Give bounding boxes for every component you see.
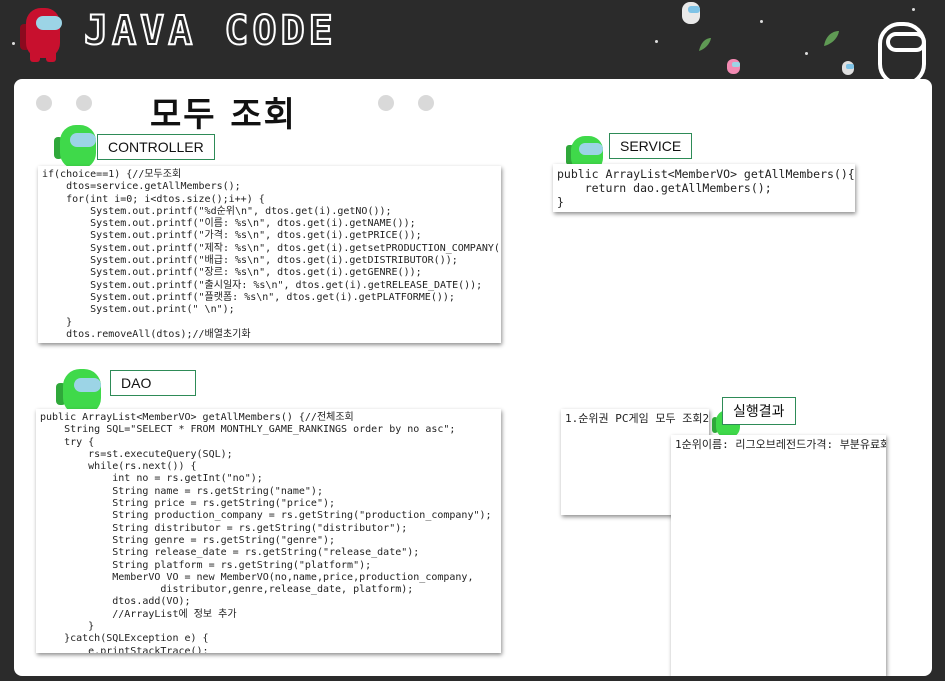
code-line: }catch(SQLException e) { bbox=[40, 633, 209, 645]
star-decoration bbox=[12, 42, 15, 45]
service-label: SERVICE bbox=[609, 133, 693, 159]
code-line: MemberVO VO = new MemberVO(no,name,price… bbox=[40, 571, 474, 583]
code-line: public ArrayList<MemberVO> getAllMembers… bbox=[557, 167, 855, 181]
dao-label: DAO bbox=[110, 370, 196, 396]
code-line: dtos.removeAll(dtos);//배열초기화 bbox=[42, 328, 251, 340]
code-line: int no = rs.getInt("no"); bbox=[40, 473, 263, 485]
code-line: String platform = rs.getString("platform… bbox=[40, 559, 372, 571]
green-crewmate-icon bbox=[566, 136, 603, 167]
code-line: System.out.printf("%d순위\n", dtos.get(i).… bbox=[42, 205, 392, 217]
green-crewmate-icon bbox=[56, 369, 101, 415]
code-line: dtos.add(VO); bbox=[40, 596, 191, 608]
code-line: String distributor = rs.getString("distr… bbox=[40, 522, 408, 534]
leaf-icon bbox=[699, 38, 711, 51]
code-line: System.out.printf("출시일자: %s\n", dtos.get… bbox=[42, 279, 483, 291]
code-line: String name = rs.getString("name"); bbox=[40, 485, 323, 497]
small-crewmate-icon bbox=[682, 2, 700, 24]
code-line: String SQL="SELECT * FROM MONTHLY_GAME_R… bbox=[40, 424, 456, 436]
white-crewmate-icon bbox=[878, 22, 926, 80]
code-line: String production_company = rs.getString… bbox=[40, 510, 492, 522]
output-line: 이름: 리그오브레전드 bbox=[701, 438, 807, 451]
code-line: System.out.printf("배급: %s\n", dtos.get(i… bbox=[42, 255, 458, 267]
code-line: rs=st.executeQuery(SQL); bbox=[40, 448, 233, 460]
service-code-panel: public ArrayList<MemberVO> getAllMembers… bbox=[553, 164, 855, 212]
code-line: System.out.printf("가격: %s\n", dtos.get(i… bbox=[42, 230, 422, 242]
code-line: while(rs.next()) { bbox=[40, 461, 197, 473]
code-line: System.out.printf("이름: %s\n", dtos.get(i… bbox=[42, 218, 416, 230]
slide-title: 모두 조회 bbox=[150, 95, 297, 135]
output-line: 2.조건 조회 bbox=[702, 412, 709, 425]
code-line: public ArrayList<MemberVO> getAllMembers… bbox=[40, 412, 354, 423]
result-label: 실행결과 bbox=[722, 397, 796, 425]
code-line: try { bbox=[40, 436, 95, 448]
decorative-dot bbox=[418, 95, 434, 111]
code-line: System.out.printf("제작: %s\n", dtos.get(i… bbox=[42, 242, 501, 254]
page-title: JAVA CODE bbox=[83, 7, 337, 55]
code-line: e.printStackTrace(); bbox=[40, 645, 209, 653]
leaf-icon bbox=[824, 31, 839, 46]
code-line: } bbox=[557, 195, 564, 209]
code-line: System.out.printf("플랫폼: %s\n", dtos.get(… bbox=[42, 291, 455, 303]
controller-code-panel: if(choice==1) {//모두조회 dtos=service.getAl… bbox=[38, 166, 501, 343]
controller-label: CONTROLLER bbox=[97, 134, 215, 160]
code-line: dtos=service.getAllMembers(); bbox=[42, 181, 241, 193]
decorative-dot bbox=[36, 95, 52, 111]
code-line: //ArrayList에 정보 추가 bbox=[40, 608, 237, 620]
green-crewmate-icon bbox=[54, 125, 96, 169]
code-line: System.out.print(" \n"); bbox=[42, 304, 235, 316]
decorative-dot bbox=[378, 95, 394, 111]
code-line: for(int i=0; i<dtos.size();i++) { bbox=[42, 193, 265, 205]
code-line: return dao.getAllMembers(); bbox=[557, 181, 772, 195]
star-decoration bbox=[805, 52, 808, 55]
small-crewmate-icon bbox=[842, 61, 854, 75]
header-bar: JAVA CODE bbox=[0, 0, 945, 80]
output-line: 1.순위권 PC게임 모두 조회 bbox=[565, 412, 703, 425]
code-line: distributor,genre,release_date, platform… bbox=[40, 584, 414, 596]
star-decoration bbox=[912, 8, 915, 11]
small-crewmate-icon bbox=[727, 59, 740, 74]
code-line: } bbox=[40, 621, 95, 633]
output-line: 가격: 부분유료화 bbox=[806, 438, 886, 451]
code-line: System.out.printf("장르: %s\n", dtos.get(i… bbox=[42, 267, 422, 279]
code-line: String release_date = rs.getString("rele… bbox=[40, 547, 420, 559]
red-crewmate-icon bbox=[20, 8, 62, 62]
output-line: 1순위 bbox=[675, 438, 702, 451]
star-decoration bbox=[655, 40, 658, 43]
result-output-panel: 1순위이름: 리그오브레전드가격: 부분유료화제작: 라이엇게임즈배급: 라이엇… bbox=[671, 435, 886, 676]
code-line: String genre = rs.getString("genre"); bbox=[40, 534, 336, 546]
code-line: String price = rs.getString("price"); bbox=[40, 498, 336, 510]
code-line: if(choice==1) {//모두조회 bbox=[42, 169, 182, 180]
dao-code-panel: public ArrayList<MemberVO> getAllMembers… bbox=[36, 409, 501, 653]
code-line: } bbox=[42, 316, 73, 328]
decorative-dot bbox=[76, 95, 92, 111]
slide-canvas: 모두 조회 CONTROLLER if(choice==1) {//모두조회 d… bbox=[14, 79, 932, 676]
star-decoration bbox=[760, 20, 763, 23]
